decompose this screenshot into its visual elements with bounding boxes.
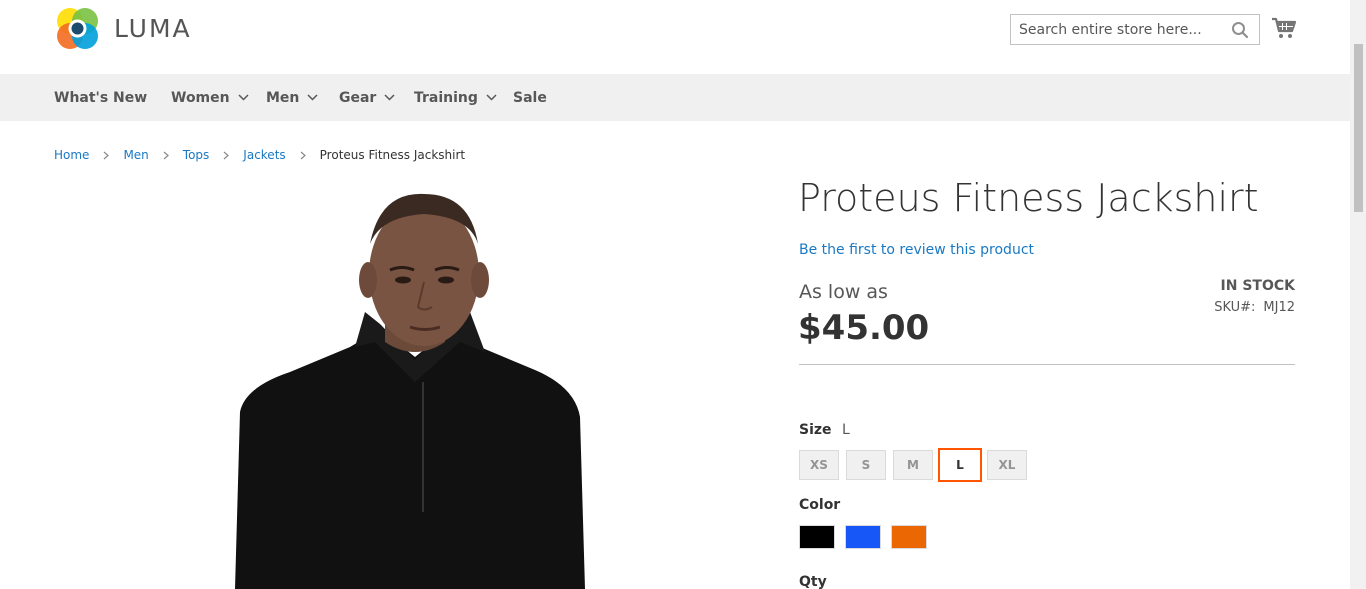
size-selected-value: L	[842, 422, 850, 438]
nav-item-men[interactable]: Men	[266, 74, 318, 121]
main-nav: What's New Women Men Gear Training Sale	[0, 74, 1350, 121]
size-swatch-s[interactable]: S	[846, 450, 886, 480]
price: $45.00	[798, 308, 930, 348]
chevron-right-icon	[300, 151, 306, 159]
qty-label: Qty	[799, 574, 827, 589]
breadcrumb-jackets[interactable]: Jackets	[243, 148, 285, 162]
breadcrumb-current: Proteus Fitness Jackshirt	[319, 148, 466, 162]
chevron-down-icon	[384, 94, 395, 101]
luma-logo-icon	[57, 7, 98, 49]
chevron-down-icon	[486, 94, 497, 101]
product-image[interactable]	[180, 182, 650, 589]
nav-item-label: Training	[414, 89, 478, 106]
nav-item-sale[interactable]: Sale	[513, 74, 547, 121]
size-swatch-l[interactable]: L	[938, 448, 982, 482]
nav-item-label: What's New	[54, 89, 148, 106]
breadcrumb: Home Men Tops Jackets Proteus Fitness Ja…	[54, 146, 465, 164]
chevron-right-icon	[163, 151, 169, 159]
price-label: As low as	[799, 281, 888, 303]
sku: SKU#: MJ12	[1214, 300, 1295, 315]
header: LUMA	[0, 0, 1350, 74]
scrollbar[interactable]	[1350, 0, 1366, 589]
breadcrumb-home[interactable]: Home	[54, 148, 89, 162]
size-swatch-m[interactable]: M	[893, 450, 933, 480]
breadcrumb-tops[interactable]: Tops	[183, 148, 210, 162]
divider	[799, 364, 1295, 365]
chevron-down-icon	[238, 94, 249, 101]
sku-label: SKU#:	[1214, 300, 1256, 315]
page: LUMA What's New Women Men	[0, 0, 1350, 589]
chevron-right-icon	[223, 151, 230, 159]
color-swatch-orange[interactable]	[891, 525, 927, 549]
nav-item-whats-new[interactable]: What's New	[54, 74, 147, 121]
review-link[interactable]: Be the first to review this product	[799, 242, 1034, 258]
search-input[interactable]	[1011, 15, 1229, 44]
nav-item-women[interactable]: Women	[171, 74, 249, 121]
sku-value: MJ12	[1263, 300, 1295, 315]
size-label: Size	[799, 422, 832, 438]
stock-status: IN STOCK	[1220, 278, 1295, 294]
nav-item-label: Sale	[513, 89, 547, 106]
color-swatch-black[interactable]	[799, 525, 835, 549]
search-box	[1010, 14, 1260, 45]
chevron-right-icon	[104, 151, 110, 159]
color-label: Color	[799, 497, 841, 513]
breadcrumb-men[interactable]: Men	[123, 148, 148, 162]
nav-item-label: Men	[266, 89, 300, 106]
nav-item-label: Gear	[339, 89, 377, 106]
logo[interactable]: LUMA	[55, 5, 205, 51]
color-swatch-blue[interactable]	[845, 525, 881, 549]
nav-item-training[interactable]: Training	[414, 74, 497, 121]
search-icon[interactable]	[1231, 21, 1249, 39]
nav-item-label: Women	[171, 89, 230, 106]
size-swatch-xl[interactable]: XL	[987, 450, 1027, 480]
cart-icon[interactable]	[1272, 17, 1296, 39]
page-title: Proteus Fitness Jackshirt	[798, 176, 1259, 220]
logo-text: LUMA	[114, 13, 192, 43]
scrollbar-thumb[interactable]	[1354, 44, 1363, 212]
size-swatch-xs[interactable]: XS	[799, 450, 839, 480]
product-photo	[235, 193, 585, 589]
chevron-down-icon	[307, 94, 318, 101]
nav-item-gear[interactable]: Gear	[339, 74, 395, 121]
